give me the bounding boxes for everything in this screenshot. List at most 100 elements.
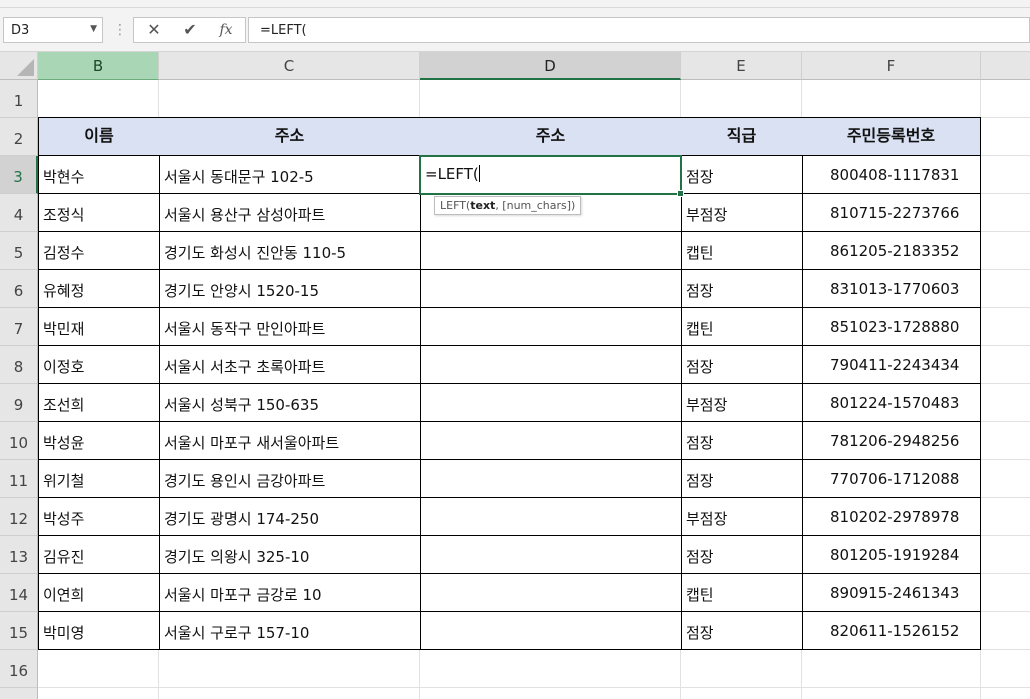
insert-function-icon[interactable]: fx xyxy=(210,18,242,42)
cell-g13[interactable] xyxy=(981,536,1030,574)
cell-e14[interactable]: 캡틴 xyxy=(681,574,803,612)
cell-d6[interactable] xyxy=(420,270,682,308)
row-header-3[interactable]: 3 xyxy=(0,156,38,194)
cancel-icon[interactable]: ✕ xyxy=(138,18,170,42)
cell-g14[interactable] xyxy=(981,574,1030,612)
cell-g17[interactable] xyxy=(981,688,1030,699)
cell-g2[interactable] xyxy=(981,118,1030,156)
cell-c6[interactable]: 경기도 안양시 1520-15 xyxy=(159,270,421,308)
cell-g16[interactable] xyxy=(981,650,1030,688)
cell-e13[interactable]: 점장 xyxy=(681,536,803,574)
cell-g8[interactable] xyxy=(981,346,1030,384)
cell-d15[interactable] xyxy=(420,612,682,650)
row-header-5[interactable]: 5 xyxy=(0,232,38,270)
column-header-g[interactable] xyxy=(981,52,1030,80)
column-header-e[interactable]: E xyxy=(681,52,802,80)
cell-g3[interactable] xyxy=(981,156,1030,194)
cell-d16[interactable] xyxy=(420,650,681,688)
cell-e1[interactable] xyxy=(681,80,802,118)
cell-g15[interactable] xyxy=(981,612,1030,650)
column-header-b[interactable]: B xyxy=(38,52,159,80)
row-header-12[interactable]: 12 xyxy=(0,498,38,536)
active-cell-d3[interactable]: =LEFT( xyxy=(419,155,684,197)
cell-c4[interactable]: 서울시 용산구 삼성아파트 xyxy=(159,194,421,232)
cell-c17[interactable] xyxy=(159,688,420,699)
cell-b15[interactable]: 박미영 xyxy=(38,612,160,650)
table-header-d[interactable]: 주소 xyxy=(420,117,682,156)
cell-b6[interactable]: 유혜정 xyxy=(38,270,160,308)
cell-e12[interactable]: 부점장 xyxy=(681,498,803,536)
active-cell-editor[interactable]: =LEFT( xyxy=(425,165,480,183)
row-header-16[interactable]: 16 xyxy=(0,650,38,688)
cell-e3[interactable]: 점장 xyxy=(681,156,803,194)
table-header-b[interactable]: 이름 xyxy=(38,117,160,156)
cell-c12[interactable]: 경기도 광명시 174-250 xyxy=(159,498,421,536)
cell-e9[interactable]: 부점장 xyxy=(681,384,803,422)
cell-b8[interactable]: 이정호 xyxy=(38,346,160,384)
cell-f16[interactable] xyxy=(802,650,981,688)
cell-c5[interactable]: 경기도 화성시 진안동 110-5 xyxy=(159,232,421,270)
table-header-e[interactable]: 직급 xyxy=(681,117,803,156)
row-header-8[interactable]: 8 xyxy=(0,346,38,384)
fill-handle[interactable] xyxy=(677,190,684,197)
row-header-14[interactable]: 14 xyxy=(0,574,38,612)
cell-f5[interactable]: 861205-2183352 xyxy=(802,232,981,270)
cell-c15[interactable]: 서울시 구로구 157-10 xyxy=(159,612,421,650)
cell-d10[interactable] xyxy=(420,422,682,460)
row-header-7[interactable]: 7 xyxy=(0,308,38,346)
row-header-4[interactable]: 4 xyxy=(0,194,38,232)
cell-c7[interactable]: 서울시 동작구 만인아파트 xyxy=(159,308,421,346)
cell-b16[interactable] xyxy=(38,650,159,688)
formula-input[interactable]: =LEFT( xyxy=(248,17,1030,43)
cell-f9[interactable]: 801224-1570483 xyxy=(802,384,981,422)
cell-g12[interactable] xyxy=(981,498,1030,536)
row-header-13[interactable]: 13 xyxy=(0,536,38,574)
cell-c3[interactable]: 서울시 동대문구 102-5 xyxy=(159,156,421,194)
cell-d13[interactable] xyxy=(420,536,682,574)
cell-f12[interactable]: 810202-2978978 xyxy=(802,498,981,536)
cell-f17[interactable] xyxy=(802,688,981,699)
column-header-c[interactable]: C xyxy=(159,52,420,80)
cell-c10[interactable]: 서울시 마포구 새서울아파트 xyxy=(159,422,421,460)
row-header-1[interactable]: 1 xyxy=(0,80,38,118)
chevron-down-icon[interactable]: ▼ xyxy=(90,24,97,34)
cell-d12[interactable] xyxy=(420,498,682,536)
row-header-17[interactable]: 17 xyxy=(0,688,38,699)
cell-c13[interactable]: 경기도 의왕시 325-10 xyxy=(159,536,421,574)
cell-f3[interactable]: 800408-1117831 xyxy=(802,156,981,194)
cell-e11[interactable]: 점장 xyxy=(681,460,803,498)
cell-e6[interactable]: 점장 xyxy=(681,270,803,308)
cell-d1[interactable] xyxy=(420,80,681,118)
cell-e10[interactable]: 점장 xyxy=(681,422,803,460)
cell-e4[interactable]: 부점장 xyxy=(681,194,803,232)
cell-f11[interactable]: 770706-1712088 xyxy=(802,460,981,498)
cell-f7[interactable]: 851023-1728880 xyxy=(802,308,981,346)
cell-c14[interactable]: 서울시 마포구 금강로 10 xyxy=(159,574,421,612)
cell-b10[interactable]: 박성윤 xyxy=(38,422,160,460)
cell-c9[interactable]: 서울시 성북구 150-635 xyxy=(159,384,421,422)
row-header-15[interactable]: 15 xyxy=(0,612,38,650)
cell-e7[interactable]: 캡틴 xyxy=(681,308,803,346)
column-header-d[interactable]: D xyxy=(420,52,681,80)
cell-b17[interactable] xyxy=(38,688,159,699)
cell-c1[interactable] xyxy=(159,80,420,118)
cell-f10[interactable]: 781206-2948256 xyxy=(802,422,981,460)
column-header-f[interactable]: F xyxy=(802,52,981,80)
cell-b11[interactable]: 위기철 xyxy=(38,460,160,498)
cell-g6[interactable] xyxy=(981,270,1030,308)
function-tooltip[interactable]: LEFT(text, [num_chars]) xyxy=(434,196,582,215)
cell-f15[interactable]: 820611-1526152 xyxy=(802,612,981,650)
cell-d9[interactable] xyxy=(420,384,682,422)
cell-b4[interactable]: 조정식 xyxy=(38,194,160,232)
row-header-6[interactable]: 6 xyxy=(0,270,38,308)
cell-d14[interactable] xyxy=(420,574,682,612)
cell-c16[interactable] xyxy=(159,650,420,688)
select-all-button[interactable] xyxy=(0,52,38,80)
cell-c11[interactable]: 경기도 용인시 금강아파트 xyxy=(159,460,421,498)
cell-g1[interactable] xyxy=(981,80,1030,118)
cell-f4[interactable]: 810715-2273766 xyxy=(802,194,981,232)
cell-e17[interactable] xyxy=(681,688,802,699)
cell-g5[interactable] xyxy=(981,232,1030,270)
row-header-10[interactable]: 10 xyxy=(0,422,38,460)
cell-f8[interactable]: 790411-2243434 xyxy=(802,346,981,384)
